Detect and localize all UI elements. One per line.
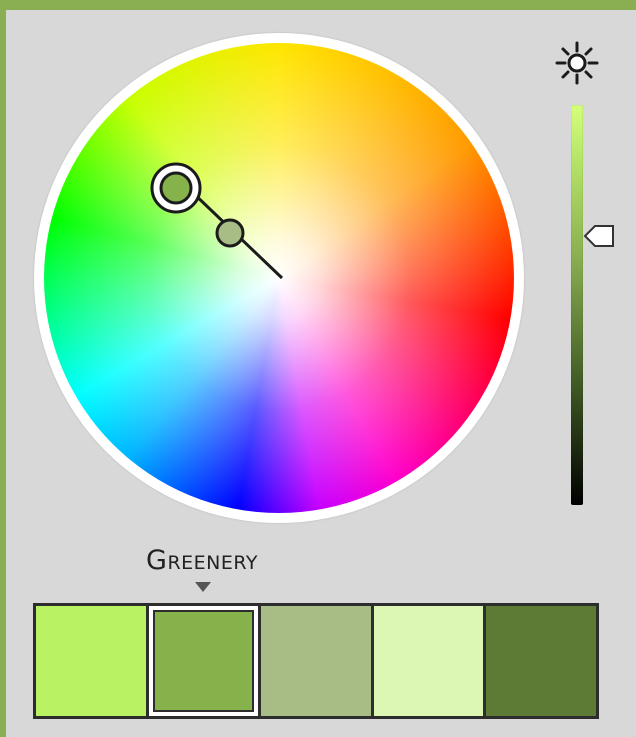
secondary-color-handle[interactable] (215, 218, 245, 248)
brightness-slider[interactable] (571, 105, 583, 505)
primary-color-handle[interactable] (150, 162, 202, 214)
swatch-1[interactable] (36, 606, 146, 716)
swatch-palette (33, 603, 599, 719)
sun-icon (555, 41, 599, 85)
swatch-5[interactable] (486, 606, 596, 716)
swatch-2-selected[interactable] (148, 606, 259, 716)
swatch-4[interactable] (373, 606, 484, 716)
brightness-slider-thumb[interactable] (583, 222, 617, 250)
selected-swatch-marker-icon (195, 582, 211, 592)
swatch-3[interactable] (261, 606, 371, 716)
selected-swatch-name: Greenery (146, 545, 258, 576)
